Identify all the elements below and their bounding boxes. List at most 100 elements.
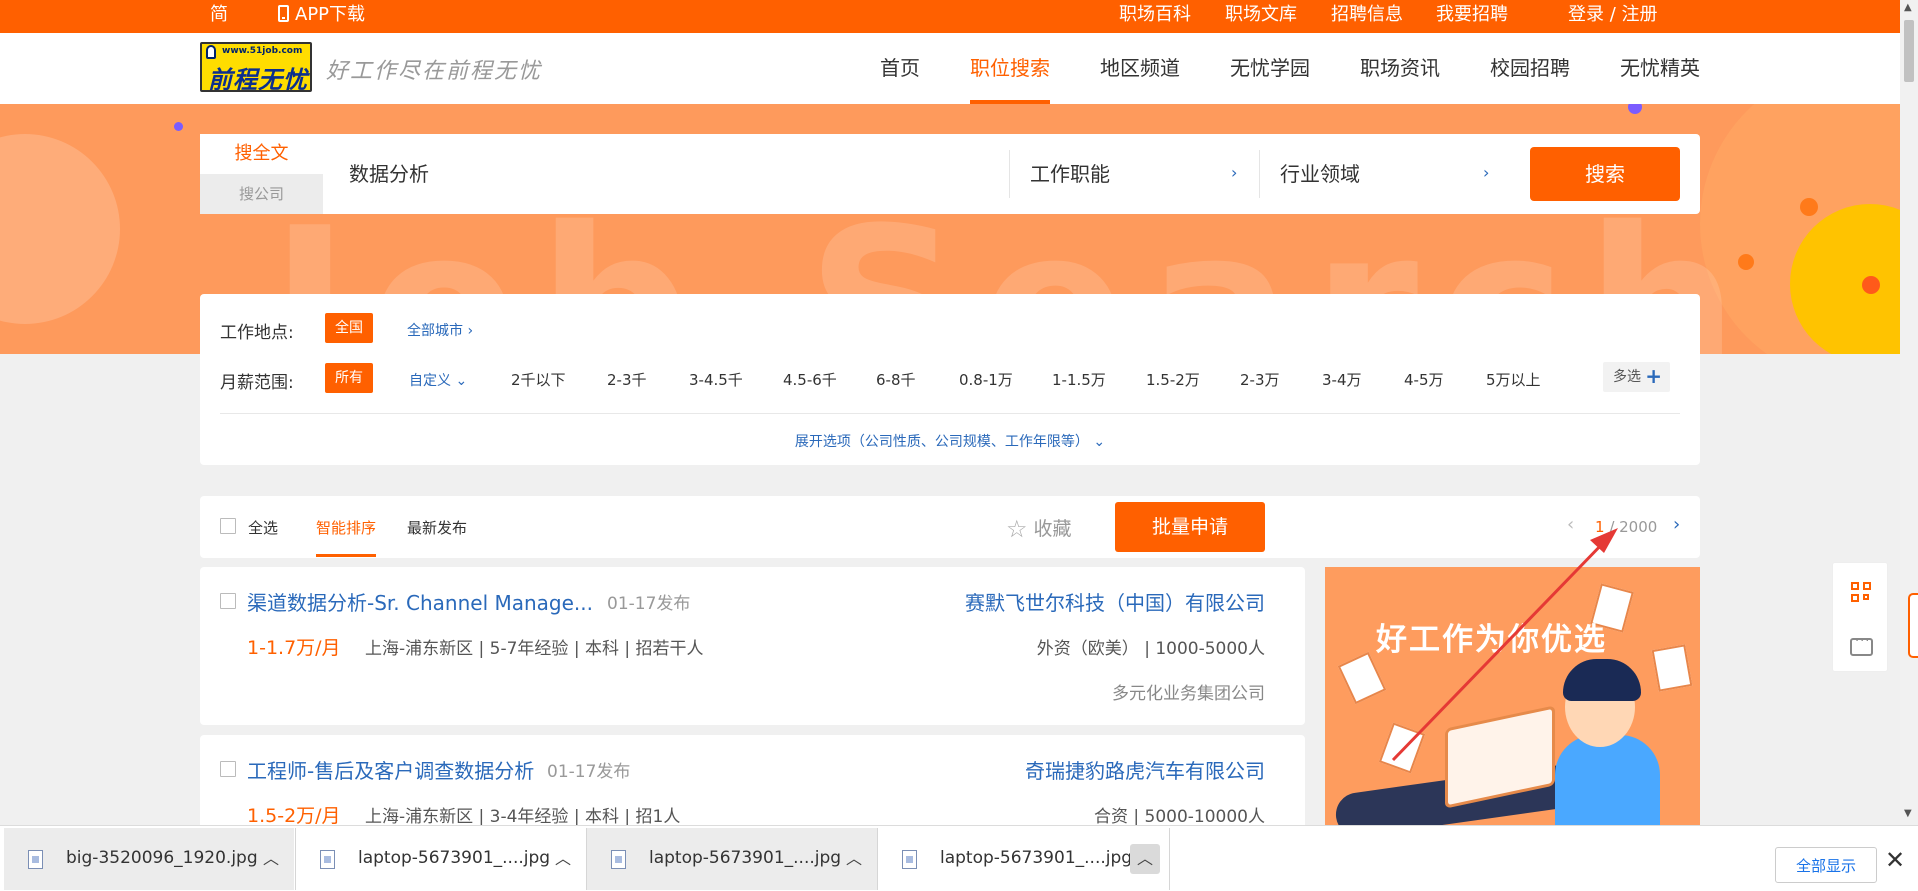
app-download-link[interactable]: APP下载 — [278, 0, 365, 33]
site-logo[interactable]: www.51job.com 前程无忧 — [200, 42, 312, 92]
scroll-down-icon[interactable]: ▼ — [1904, 808, 1912, 819]
job-checkbox[interactable] — [220, 761, 236, 777]
promo-banner[interactable]: 好工作为你优选 — [1325, 567, 1700, 825]
job-meta: 上海-浦东新区 | 5-7年经验 | 本科 | 招若干人 — [365, 639, 704, 659]
salary-option[interactable]: 2-3万 — [1240, 369, 1280, 390]
top-bar: 简 APP下载 职场百科 职场文库 招聘信息 我要招聘 登录 / 注册 — [0, 0, 1918, 33]
chat-icon[interactable] — [1850, 634, 1873, 656]
expand-options-link[interactable]: 展开选项（公司性质、公司规模、工作年限等） ⌄ — [200, 431, 1700, 451]
chevron-right-icon: › — [467, 323, 474, 339]
batch-apply-button[interactable]: 批量申请 — [1115, 502, 1265, 552]
search-divider — [1009, 150, 1010, 198]
salary-option[interactable]: 3-4万 — [1322, 369, 1362, 390]
salary-option[interactable]: 4-5万 — [1404, 369, 1444, 390]
pointer-hand-icon — [206, 45, 216, 59]
function-select[interactable]: 工作职能 — [1030, 134, 1110, 214]
salary-option[interactable]: 1.5-2万 — [1146, 369, 1200, 390]
all-cities-link[interactable]: 全部城市 › — [407, 320, 473, 340]
salary-option[interactable]: 4.5-6千 — [783, 369, 837, 390]
chevron-up-icon[interactable]: ︿ — [256, 844, 286, 874]
custom-salary-dropdown[interactable]: 自定义 ⌄ — [409, 370, 467, 390]
expand-options-label: 展开选项（公司性质、公司规模、工作年限等） — [794, 434, 1089, 450]
nav-elite[interactable]: 无忧精英 — [1620, 33, 1700, 104]
nav-academy[interactable]: 无忧学园 — [1230, 33, 1310, 104]
download-item[interactable]: laptop-5673901_....jpg ︿ — [296, 828, 586, 890]
search-divider — [1259, 150, 1260, 198]
plus-icon: + — [1645, 364, 1662, 388]
select-all-label[interactable]: 全选 — [248, 517, 278, 538]
promo-text: 好工作为你优选 — [1376, 622, 1607, 658]
tab-search-full-text[interactable]: 搜全文 — [200, 134, 323, 174]
app-download-label: APP下载 — [295, 4, 366, 25]
job-company-industry: 多元化业务集团公司 — [1112, 684, 1265, 704]
select-all-checkbox[interactable] — [220, 518, 236, 534]
logo-brand: 前程无忧 — [208, 66, 308, 92]
job-card[interactable]: 渠道数据分析-Sr. Channel Manage... 01-17发布 赛默飞… — [200, 567, 1305, 725]
nav-regional[interactable]: 地区频道 — [1100, 33, 1180, 104]
topbar-link-post-job[interactable]: 我要招聘 — [1436, 0, 1508, 33]
nav-campus[interactable]: 校园招聘 — [1490, 33, 1570, 104]
paper-illustration — [1651, 644, 1693, 692]
download-separator — [1169, 828, 1170, 890]
paper-illustration — [1378, 722, 1426, 774]
industry-select[interactable]: 行业领域 — [1280, 134, 1360, 214]
download-filename: big-3520096_1920.jpg — [66, 848, 258, 868]
job-meta: 上海-浦东新区 | 3-4年经验 | 本科 | 招1人 — [365, 807, 681, 827]
topbar-link-job-info[interactable]: 招聘信息 — [1331, 0, 1403, 33]
salary-option[interactable]: 1-1.5万 — [1052, 369, 1106, 390]
sort-latest-tab[interactable]: 最新发布 — [407, 517, 467, 538]
language-switch[interactable]: 简 — [210, 0, 228, 33]
tab-search-company[interactable]: 搜公司 — [200, 174, 323, 214]
favorite-button[interactable]: ☆ 收藏 — [1006, 514, 1072, 543]
close-icon[interactable]: ✕ — [1885, 846, 1905, 874]
salary-option[interactable]: 3-4.5千 — [689, 369, 743, 390]
job-company[interactable]: 奇瑞捷豹路虎汽车有限公司 — [1025, 755, 1265, 784]
downloads-bar: big-3520096_1920.jpg ︿ laptop-5673901_..… — [0, 825, 1918, 891]
qr-code-icon[interactable] — [1851, 582, 1873, 604]
download-item[interactable]: big-3520096_1920.jpg ︿ — [4, 828, 294, 890]
job-company[interactable]: 赛默飞世尔科技（中国）有限公司 — [965, 587, 1265, 616]
job-title[interactable]: 渠道数据分析-Sr. Channel Manage... — [247, 587, 593, 616]
location-option-selected[interactable]: 全国 — [325, 313, 373, 343]
login-register-link[interactable]: 登录 / 注册 — [1568, 0, 1658, 33]
topbar-link-career-wiki[interactable]: 职场百科 — [1119, 0, 1191, 33]
page-scrollbar[interactable]: ▲ ▼ — [1900, 0, 1918, 825]
job-checkbox[interactable] — [220, 593, 236, 609]
job-company-meta: 合资 | 5000-10000人 — [1093, 807, 1265, 827]
download-item[interactable]: laptop-5673901_....jpg ︿ — [587, 828, 877, 890]
sort-smart-tab[interactable]: 智能排序 — [316, 517, 376, 538]
topbar-link-career-library[interactable]: 职场文库 — [1225, 0, 1297, 33]
nav-job-search[interactable]: 职位搜索 — [970, 33, 1050, 104]
job-salary: 1-1.7万/月 — [247, 637, 341, 659]
salary-option-selected[interactable]: 所有 — [325, 363, 373, 393]
job-title[interactable]: 工程师-售后及客户调查数据分析 — [247, 755, 534, 784]
nav-home[interactable]: 首页 — [880, 33, 920, 104]
salary-option[interactable]: 2千以下 — [511, 369, 566, 390]
banner-dot — [174, 122, 183, 131]
prev-page-icon[interactable]: ‹ — [1567, 514, 1574, 535]
search-button[interactable]: 搜索 — [1530, 147, 1680, 201]
scroll-up-icon[interactable]: ▲ — [1904, 2, 1912, 13]
chevron-down-icon: ⌄ — [455, 373, 468, 389]
salary-option[interactable]: 5万以上 — [1486, 369, 1541, 390]
nav-career-news[interactable]: 职场资讯 — [1360, 33, 1440, 104]
job-card[interactable]: 工程师-售后及客户调查数据分析 01-17发布 奇瑞捷豹路虎汽车有限公司 1.5… — [200, 735, 1305, 835]
image-file-icon — [611, 850, 626, 869]
salary-option[interactable]: 0.8-1万 — [959, 369, 1013, 390]
chevron-up-icon[interactable]: ︿ — [1130, 844, 1160, 874]
scroll-thumb[interactable] — [1904, 20, 1914, 82]
next-page-icon[interactable]: › — [1673, 514, 1680, 535]
side-tab-handle[interactable] — [1908, 593, 1918, 658]
show-all-downloads-button[interactable]: 全部显示 — [1775, 847, 1877, 883]
download-item[interactable]: laptop-5673901_....jpg ︿ — [878, 828, 1168, 890]
phone-icon — [278, 5, 289, 22]
chevron-up-icon[interactable]: ︿ — [839, 844, 869, 874]
banner-dot — [1800, 198, 1818, 216]
salary-option[interactable]: 2-3千 — [607, 369, 647, 390]
salary-option[interactable]: 6-8千 — [876, 369, 916, 390]
page-total: / 2000 — [1604, 518, 1658, 536]
chevron-right-icon: › — [1231, 163, 1238, 182]
multi-select-button[interactable]: 多选 + — [1603, 362, 1670, 392]
chevron-up-icon[interactable]: ︿ — [548, 844, 578, 874]
search-input[interactable]: 数据分析 — [349, 134, 429, 214]
